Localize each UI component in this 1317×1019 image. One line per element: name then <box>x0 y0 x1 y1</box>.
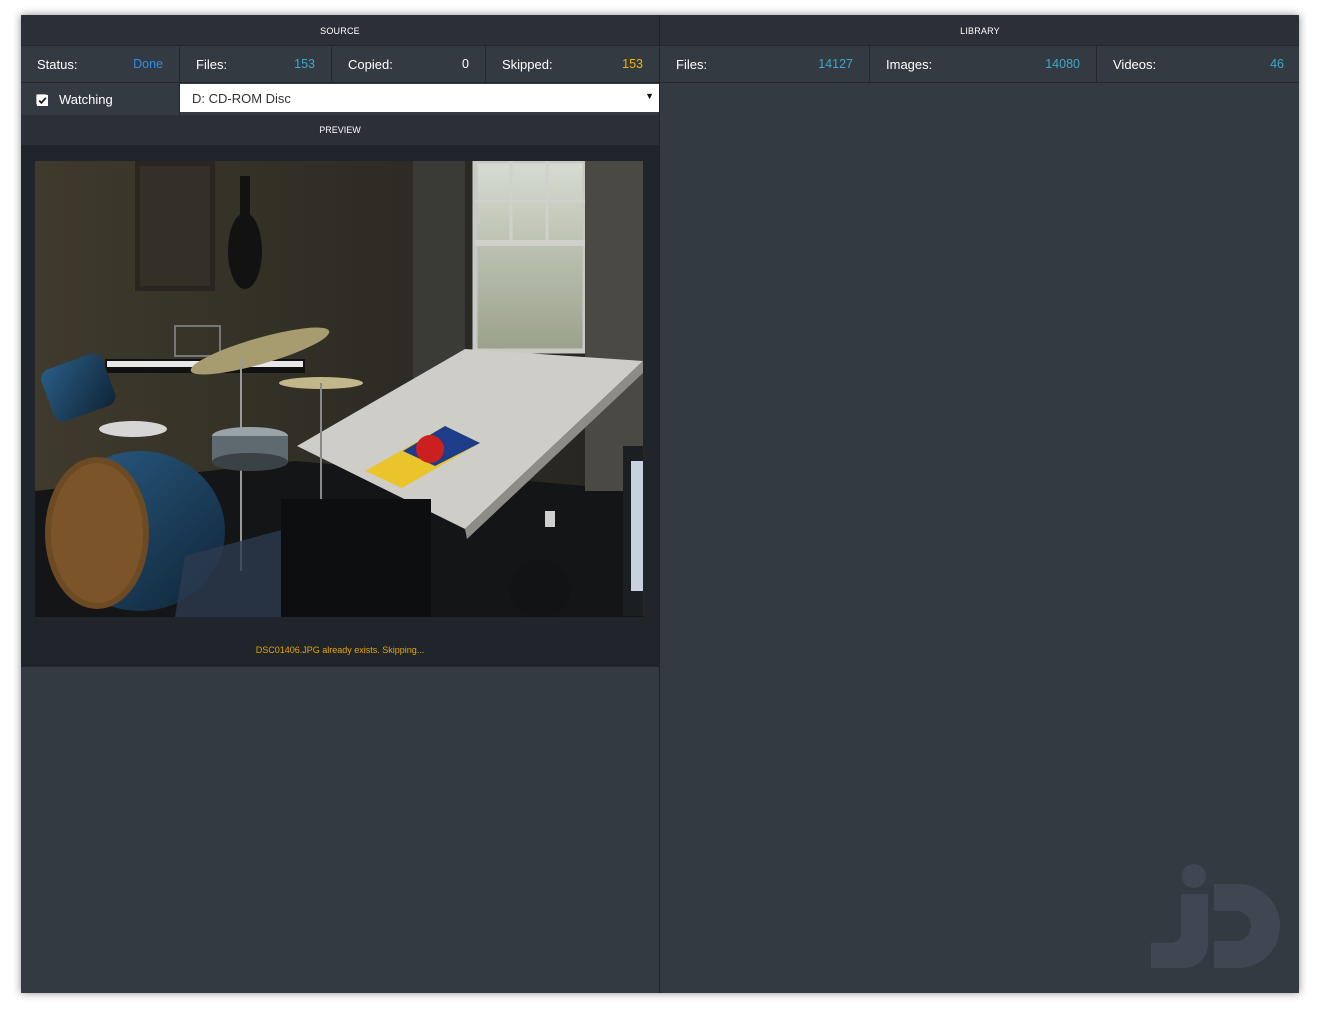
drive-select[interactable]: D: CD-ROM Disc ▼ <box>180 84 659 112</box>
stat-copied-label: Copied: <box>348 56 393 72</box>
watching-label: Watching <box>59 91 113 107</box>
stat-files: Files: 153 <box>180 46 332 82</box>
stat-files-value: 153 <box>294 57 315 71</box>
stat-files-label: Files: <box>196 56 228 72</box>
jd-logo-icon <box>1150 864 1280 975</box>
library-header: LIBRARY <box>660 15 1299 46</box>
lib-stat-images-label: Images: <box>886 56 933 72</box>
lib-stat-files: Files: 14127 <box>660 46 870 82</box>
chevron-down-icon: ▼ <box>645 91 654 101</box>
lib-stat-videos: Videos: 46 <box>1097 46 1299 82</box>
lib-stat-images-value: 14080 <box>1045 57 1080 71</box>
watching-checkbox[interactable] <box>36 93 48 106</box>
app-window: SOURCE Status: Done Files: 153 Copied: 0… <box>21 15 1299 993</box>
source-header: SOURCE <box>21 15 659 46</box>
watching-toggle[interactable]: Watching <box>21 83 180 115</box>
stat-status: Status: Done <box>21 46 180 82</box>
check-icon <box>37 94 48 106</box>
lib-stat-files-value: 14127 <box>818 57 853 71</box>
stat-status-label: Status: <box>37 56 78 72</box>
stat-skipped-value: 153 <box>622 57 643 71</box>
drive-select-value: D: CD-ROM Disc <box>192 90 291 106</box>
stat-status-value: Done <box>133 57 163 71</box>
source-stats: Status: Done Files: 153 Copied: 0 Skippe… <box>21 46 659 83</box>
preview-header: PREVIEW <box>21 115 659 145</box>
lib-stat-files-label: Files: <box>676 56 708 72</box>
library-stats: Files: 14127 Images: 14080 Videos: 46 <box>660 46 1299 83</box>
stat-skipped-label: Skipped: <box>502 56 553 72</box>
stat-skipped: Skipped: 153 <box>486 46 659 82</box>
lib-stat-videos-value: 46 <box>1270 57 1284 71</box>
stat-copied-value: 0 <box>462 57 469 71</box>
source-column: SOURCE Status: Done Files: 153 Copied: 0… <box>21 15 659 993</box>
watch-row: Watching D: CD-ROM Disc ▼ <box>21 83 659 115</box>
preview-panel: PREVIEW DSC01406.JPG already exists. Ski… <box>21 115 659 667</box>
lib-stat-videos-label: Videos: <box>1113 56 1157 72</box>
stat-copied: Copied: 0 <box>332 46 486 82</box>
library-column: LIBRARY Files: 14127 Images: 14080 Video… <box>659 15 1299 993</box>
lib-stat-images: Images: 14080 <box>870 46 1097 82</box>
preview-image <box>35 161 643 617</box>
status-message: DSC01406.JPG already exists. Skipping... <box>255 645 425 655</box>
